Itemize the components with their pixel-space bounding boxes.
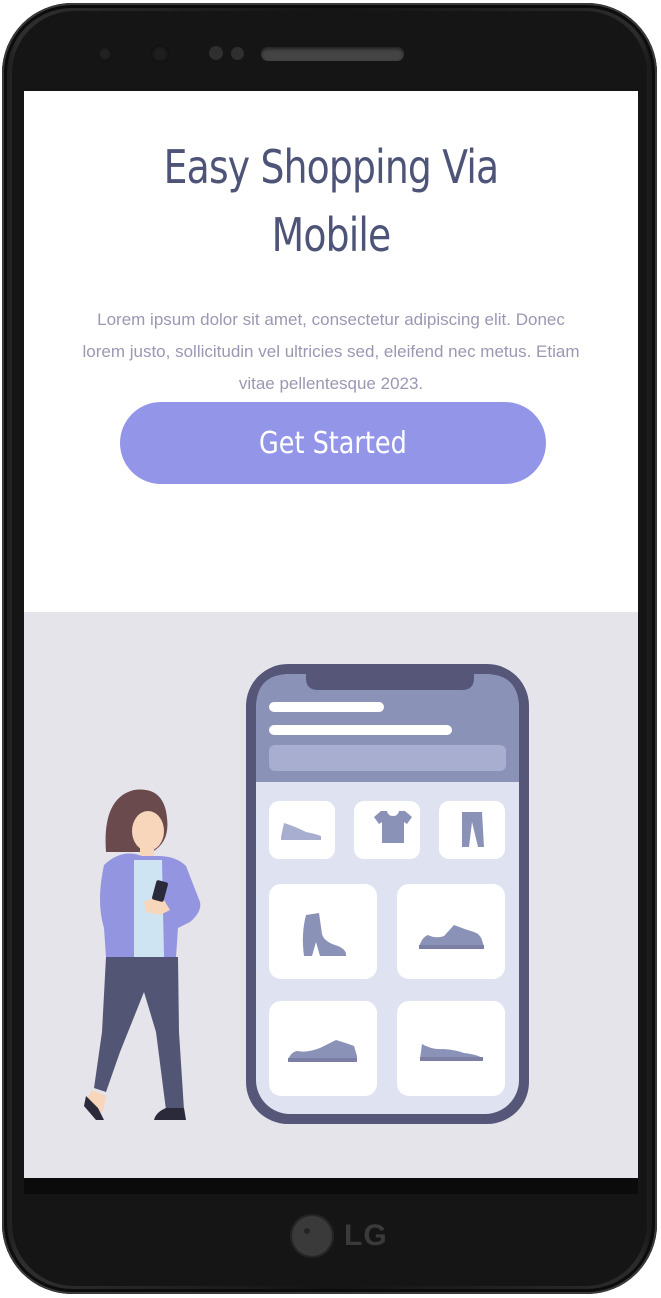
bottom-bezel: [24, 1178, 638, 1194]
pants: [94, 957, 184, 1110]
tile-sneaker-3: [397, 1001, 505, 1096]
header-line-1: [269, 702, 384, 712]
brand-logo: LG: [290, 1214, 388, 1258]
phone-screen: Easy Shopping Via Mobile Lorem ipsum dol…: [24, 91, 638, 1178]
lg-logo-icon: [290, 1214, 334, 1258]
phone-notch: [306, 672, 474, 690]
title-line-2: Mobile: [271, 208, 392, 262]
woman-figure: [84, 789, 201, 1120]
tile-flat-shoe: [269, 801, 335, 859]
shoe-right: [154, 1108, 186, 1120]
light-sensor: [231, 47, 244, 60]
illustration-phone: [246, 664, 529, 1124]
tile-boot: [269, 884, 377, 979]
earpiece-speaker: [261, 47, 404, 61]
proximity-sensor: [209, 46, 223, 60]
sneaker-sole: [420, 1057, 483, 1061]
search-bar: [269, 745, 506, 771]
get-started-label: Get Started: [259, 425, 407, 461]
hero-section: Easy Shopping Via Mobile Lorem ipsum dol…: [24, 91, 638, 612]
illustration-section: [24, 612, 638, 1178]
header-line-2: [269, 725, 452, 735]
sneaker-sole: [288, 1058, 357, 1062]
page-title: Easy Shopping Via Mobile: [79, 133, 582, 269]
shopping-illustration: [84, 664, 529, 1124]
front-camera-sensor: [151, 45, 169, 63]
tile-pants: [439, 801, 505, 859]
get-started-button[interactable]: Get Started: [120, 402, 546, 484]
title-line-1: Easy Shopping Via: [163, 140, 499, 194]
hero-description: Lorem ipsum dolor sit amet, consectetur …: [82, 310, 580, 393]
front-camera-lens: [98, 47, 112, 61]
sneaker-sole: [419, 945, 484, 949]
brand-name: LG: [344, 1219, 388, 1252]
